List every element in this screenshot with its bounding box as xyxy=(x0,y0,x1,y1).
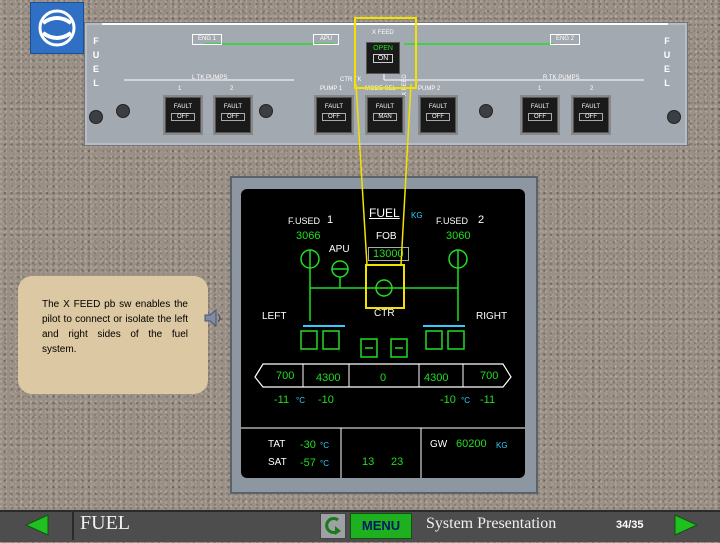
explanation-text: The X FEED pb sw enables the pilot to co… xyxy=(42,299,188,355)
left-temp-unit: °C xyxy=(296,396,305,405)
left-inner-temp: -10 xyxy=(318,394,334,406)
l-pump1-label: 1 xyxy=(178,86,182,92)
fault-light: FAULT xyxy=(223,104,243,110)
tat-unit: °C xyxy=(320,441,329,450)
fault-light: FAULT xyxy=(530,104,550,110)
sat-unit: °C xyxy=(320,459,329,468)
left-outer-tank-value: 700 xyxy=(276,370,295,382)
eng2-annunciator: ENG 2 xyxy=(550,34,580,45)
ecam-xfeed-highlight-box xyxy=(365,264,405,309)
speaker-icon[interactable] xyxy=(203,308,223,328)
clock-minutes: 23 xyxy=(391,456,404,468)
right-outer-tank-value: 700 xyxy=(480,370,499,382)
return-arrow-icon xyxy=(325,517,341,535)
panel-screw xyxy=(116,104,130,118)
fault-light: FAULT xyxy=(581,104,601,110)
l-tk-pump2-pushbutton[interactable]: FAULT OFF xyxy=(215,97,251,133)
fault-light: FAULT xyxy=(324,104,344,110)
right-temp-unit: °C xyxy=(461,396,470,405)
xfeed-highlight-box xyxy=(354,17,417,89)
right-inner-temp: -10 xyxy=(440,394,456,406)
pump2-label: PUMP 2 xyxy=(418,86,441,92)
fault-light: FAULT xyxy=(428,104,448,110)
r-pump1-label: 1 xyxy=(538,86,542,92)
off-light: OFF xyxy=(579,113,603,121)
section-title: FUEL xyxy=(80,512,130,534)
left-outer-temp: -11 xyxy=(274,394,290,406)
r-pump2-label: 2 xyxy=(590,86,594,92)
fault-light: FAULT xyxy=(173,104,193,110)
panel-screw xyxy=(259,104,273,118)
tat-value: -30 xyxy=(300,439,316,451)
next-arrow-icon[interactable] xyxy=(673,513,699,537)
apu-annunciator: APU xyxy=(313,34,339,45)
r-tk-pump1-pushbutton[interactable]: FAULT OFF xyxy=(522,97,558,133)
highlight-connector xyxy=(355,84,412,266)
l-tk-pumps-label: L TK PUMPS xyxy=(192,75,228,81)
off-light: OFF xyxy=(528,113,552,121)
left-inner-tank-value: 4300 xyxy=(316,372,341,384)
logo xyxy=(30,2,84,54)
panel-screw xyxy=(89,110,103,124)
previous-arrow-icon[interactable] xyxy=(24,513,50,537)
center-tank-value: 0 xyxy=(380,372,387,384)
r-tk-pump2-pushbutton[interactable]: FAULT OFF xyxy=(573,97,609,133)
sat-value: -57 xyxy=(300,457,316,469)
menu-button[interactable]: MENU xyxy=(350,513,412,539)
off-light: OFF xyxy=(426,113,450,121)
gw-label: GW xyxy=(430,439,448,450)
eng1-annunciator: ENG 1 xyxy=(192,34,222,45)
presentation-title: System Presentation xyxy=(426,515,557,532)
panel-screw xyxy=(479,104,493,118)
gw-value: 60200 xyxy=(456,438,487,450)
page-counter: 34/35 xyxy=(616,519,644,531)
right-outer-temp: -11 xyxy=(480,394,496,406)
panel-screw xyxy=(667,110,681,124)
off-light: OFF xyxy=(171,113,195,121)
right-inner-tank-value: 4300 xyxy=(424,372,449,384)
r-tk-pumps-label: R TK PUMPS xyxy=(543,75,580,81)
ctr-tk-pump2-pushbutton[interactable]: FAULT OFF xyxy=(420,97,456,133)
pump1-label: PUMP 1 xyxy=(320,86,343,92)
off-light: OFF xyxy=(221,113,245,121)
clock-hours: 13 xyxy=(362,456,375,468)
bar-divider xyxy=(72,511,74,540)
ctr-tk-pump1-pushbutton[interactable]: FAULT OFF xyxy=(316,97,352,133)
l-tk-pump1-pushbutton[interactable]: FAULT OFF xyxy=(165,97,201,133)
gw-unit: KG xyxy=(496,441,508,450)
l-pump2-label: 2 xyxy=(230,86,234,92)
logo-icon xyxy=(38,9,76,47)
tat-label: TAT xyxy=(268,439,286,450)
off-light: OFF xyxy=(322,113,346,121)
back-button[interactable] xyxy=(320,513,346,539)
sat-label: SAT xyxy=(268,457,287,468)
